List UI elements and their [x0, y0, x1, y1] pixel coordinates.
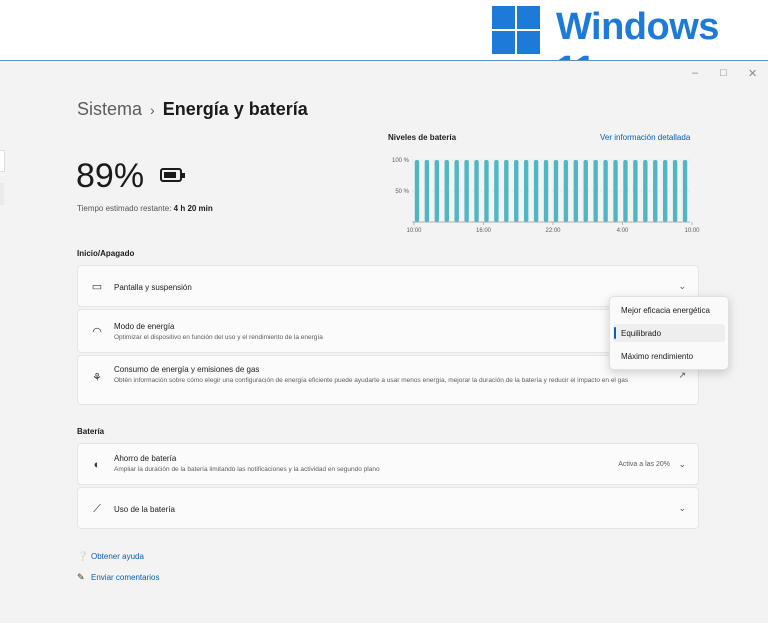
x-tick-label: 22:00 [545, 228, 561, 234]
menu-option-performance[interactable]: Máximo rendimiento [621, 352, 693, 361]
minimize-button[interactable]: – [692, 67, 698, 79]
battery-estimate: Tiempo estimado restante: 4 h 20 min [77, 204, 213, 213]
windows-logo-icon [492, 6, 540, 54]
power-mode-dropdown: Mejor eficacia energética Equilibrado Má… [609, 296, 729, 370]
battery-bar [494, 160, 499, 222]
battery-bar [533, 160, 539, 222]
help-icon: ❔ [77, 551, 89, 561]
screen-sleep-icon: ▭ [91, 281, 103, 293]
battery-bar [434, 160, 440, 222]
battery-icon [160, 168, 185, 182]
card-power-mode[interactable]: ◠ Modo de energía Optimizar el dispositi… [77, 309, 699, 353]
x-tick-label: 10:00 [684, 228, 700, 234]
battery-saver-icon: ◐ [93, 459, 101, 471]
chevron-down-icon[interactable]: ⌄ [678, 281, 686, 292]
battery-bar [424, 160, 430, 222]
battery-bar [484, 160, 489, 222]
battery-bar [583, 160, 588, 222]
y-tick-label: 50 % [395, 189, 409, 195]
power-mode-icon: ◠ [92, 326, 102, 338]
battery-bar [563, 160, 569, 222]
brand-banner: Windows 11 [0, 0, 768, 91]
battery-bar [543, 160, 549, 222]
card-saver-desc: Ampliar la duración de la batería limita… [114, 466, 380, 473]
saver-status: Activa a las 20% [618, 461, 670, 468]
battery-bar [553, 160, 559, 222]
chevron-down-icon[interactable]: ⌄ [678, 503, 686, 514]
card-battery-saver[interactable]: ◐ Ahorro de batería Ampliar la duración … [77, 443, 699, 485]
breadcrumb-separator: › [150, 102, 155, 118]
estimate-label: Tiempo estimado restante: [77, 204, 172, 213]
card-saver-title: Ahorro de batería [114, 454, 177, 463]
battery-bar [573, 160, 579, 222]
external-link-icon[interactable]: ↗ [678, 370, 686, 381]
x-tick-label: 10:00 [406, 228, 422, 234]
battery-bar [682, 160, 688, 222]
sidebar-search-edge[interactable] [0, 150, 5, 172]
detailed-info-link[interactable]: Ver información detallada [600, 133, 690, 142]
battery-bar [633, 160, 638, 222]
x-tick-label: 16:00 [476, 228, 492, 234]
menu-option-balanced[interactable]: Equilibrado [621, 329, 661, 338]
x-tick-label: 4:00 [617, 228, 629, 234]
card-battery-usage[interactable]: ⟋ Uso de la batería ⌄ [77, 487, 699, 529]
card-screen-title: Pantalla y suspensión [114, 283, 192, 292]
card-mode-desc: Optimizar el dispositivo en función del … [114, 334, 323, 341]
card-screen-sleep[interactable]: ▭ Pantalla y suspensión ⌄ [77, 265, 699, 307]
battery-bar [613, 160, 618, 222]
battery-bar [514, 160, 519, 222]
battery-bar [653, 160, 658, 222]
y-tick-label: 100 % [392, 158, 410, 164]
battery-levels-chart: 100 % 50 % 10:00 16:00 22:00 4:00 10:00 [392, 158, 700, 234]
battery-bar [454, 160, 459, 222]
battery-bar [464, 160, 469, 222]
get-help-link[interactable]: ❔ Obtener ayuda [77, 551, 144, 562]
battery-bar [474, 160, 479, 222]
battery-fill [164, 172, 177, 178]
battery-bar [623, 160, 628, 222]
card-energy-consumption[interactable]: ⚘ Consumo de energía y emisiones de gas … [77, 355, 699, 405]
breadcrumb: Sistema › Energía y batería [77, 99, 308, 120]
card-consumption-title: Consumo de energía y emisiones de gas [114, 365, 260, 374]
battery-bar [603, 160, 608, 222]
selected-indicator [614, 327, 616, 339]
sidebar-selected-edge[interactable] [0, 183, 4, 205]
send-feedback-label: Enviar comentarios [91, 573, 160, 582]
page-title: Energía y batería [162, 99, 308, 119]
settings-window: – □ ✕ Sistema › Energía y batería 89% Tiem… [0, 60, 768, 623]
battery-bar [593, 160, 598, 222]
get-help-label: Obtener ayuda [91, 552, 144, 561]
battery-bar [444, 160, 449, 222]
chart-title: Niveles de batería [388, 133, 457, 142]
battery-bar [643, 160, 648, 222]
battery-percent: 89% [76, 157, 145, 195]
maximize-button[interactable]: □ [720, 67, 727, 79]
battery-bar [662, 160, 668, 222]
breadcrumb-parent[interactable]: Sistema [77, 99, 142, 119]
chevron-down-icon[interactable]: ⌄ [678, 459, 686, 470]
card-usage-title: Uso de la batería [114, 505, 175, 514]
card-consumption-desc: Obtén información sobre cómo elegir una … [114, 377, 629, 384]
section-power: Inicio/Apagado [77, 249, 135, 258]
card-mode-title: Modo de energía [114, 322, 175, 331]
section-battery: Batería [77, 427, 105, 436]
leaf-icon: ⚘ [92, 372, 102, 384]
estimate-value: 4 h 20 min [173, 204, 213, 213]
usage-chart-icon: ⟋ [93, 503, 101, 515]
battery-bar [414, 160, 420, 222]
battery-bar [504, 160, 509, 222]
send-feedback-link[interactable]: ✎ Enviar comentarios [77, 572, 159, 583]
battery-bar [672, 160, 678, 222]
feedback-icon: ✎ [77, 572, 85, 582]
battery-bar [523, 160, 529, 222]
close-button[interactable]: ✕ [748, 67, 757, 80]
menu-option-efficiency[interactable]: Mejor eficacia energética [621, 306, 710, 315]
